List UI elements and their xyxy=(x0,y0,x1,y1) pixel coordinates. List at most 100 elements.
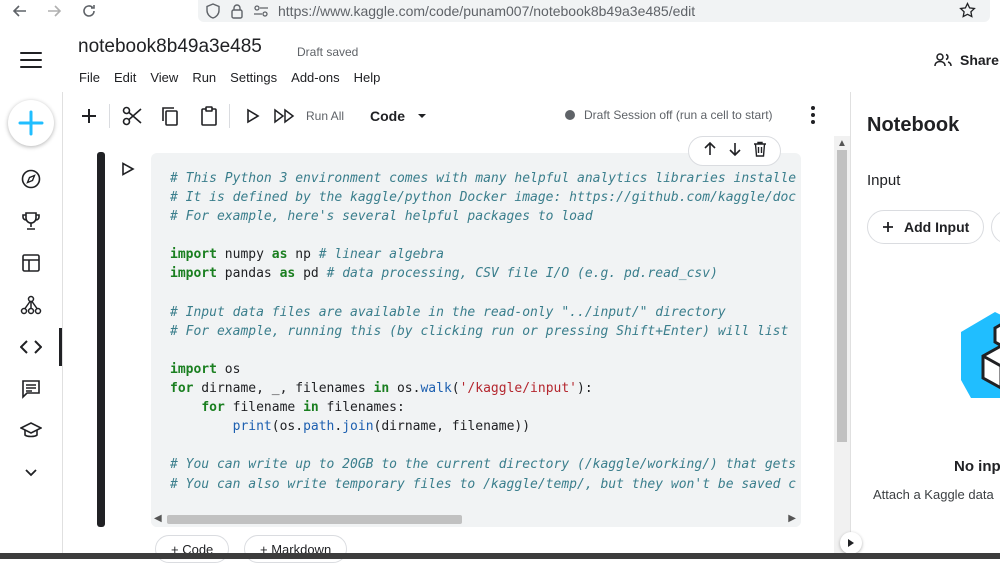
code-token: # This Python 3 environment comes with m… xyxy=(170,171,797,186)
address-bar[interactable]: https://www.kaggle.com/code/punam007/not… xyxy=(198,0,990,22)
notebook-title[interactable]: notebook8b49a3e485 xyxy=(78,36,262,58)
save-status: Draft saved xyxy=(297,45,359,59)
compass-icon[interactable] xyxy=(20,168,42,190)
add-input-button[interactable]: Add Input xyxy=(867,210,984,244)
models-icon[interactable] xyxy=(20,294,42,316)
code-token: numpy xyxy=(216,247,272,263)
code-line: # Input data files are available in the … xyxy=(170,303,796,322)
site-settings-icon[interactable] xyxy=(252,2,270,20)
menu-help[interactable]: Help xyxy=(354,70,381,85)
discussion-icon[interactable] xyxy=(20,378,42,400)
code-line: # It is defined by the kaggle/python Doc… xyxy=(170,188,796,207)
run-all-icon[interactable] xyxy=(273,104,297,128)
code-token: # For example, here's several helpful pa… xyxy=(170,209,593,225)
plus-icon xyxy=(883,222,893,232)
scroll-left-icon[interactable]: ◀ xyxy=(154,513,162,524)
code-token: # You can write up to 20GB to the curren… xyxy=(170,457,797,473)
run-all-button[interactable]: Run All xyxy=(306,109,344,123)
share-label: Share xyxy=(960,52,999,68)
paste-icon[interactable] xyxy=(197,104,221,128)
scroll-right-icon[interactable]: ▶ xyxy=(788,513,796,524)
menu-addons[interactable]: Add-ons xyxy=(291,70,339,85)
lock-icon[interactable] xyxy=(228,2,246,20)
share-button[interactable]: Share xyxy=(934,52,999,68)
upload-button[interactable] xyxy=(991,210,1000,244)
forward-icon[interactable] xyxy=(43,0,65,22)
create-button[interactable] xyxy=(8,100,54,146)
code-token: as xyxy=(279,266,296,282)
code-line: print(os.path.join(dirname, filename)) xyxy=(170,417,796,436)
notebook-editor: # This Python 3 environment comes with m… xyxy=(63,136,833,563)
code-token: in xyxy=(303,400,319,416)
menu-settings[interactable]: Settings xyxy=(230,70,277,85)
code-line: # This Python 3 environment comes with m… xyxy=(170,169,796,188)
panel-title: Notebook xyxy=(867,114,960,136)
learn-icon[interactable] xyxy=(20,420,42,442)
move-up-icon[interactable] xyxy=(703,141,717,162)
code-token: import xyxy=(170,361,217,377)
table-icon[interactable] xyxy=(20,252,42,274)
session-status[interactable]: Draft Session off (run a cell to start) xyxy=(565,108,773,122)
code-token: (dirname, filename)) xyxy=(373,419,531,435)
back-icon[interactable] xyxy=(9,0,31,22)
code-token: np xyxy=(287,247,319,263)
code-token: walk xyxy=(420,381,452,397)
code-token: # Input data files are available in the … xyxy=(170,304,726,320)
left-nav-rail xyxy=(0,92,63,559)
more-options-icon[interactable] xyxy=(809,106,817,126)
menu-icon[interactable] xyxy=(20,52,42,70)
people-icon xyxy=(934,53,952,67)
horizontal-scrollbar[interactable]: ◀ ▶ xyxy=(151,511,801,527)
cut-icon[interactable] xyxy=(120,104,144,128)
empty-state-title: No inp xyxy=(954,458,1000,475)
code-token: '/kaggle/input' xyxy=(459,381,578,397)
cell-run-icon[interactable] xyxy=(121,162,135,176)
code-line: for filename in filenames: xyxy=(170,398,796,417)
plus-icon xyxy=(18,110,44,136)
code-line: import pandas as pd # data processing, C… xyxy=(170,264,796,283)
menu-file[interactable]: File xyxy=(79,70,100,85)
code-token: path xyxy=(303,419,335,435)
run-cell-icon[interactable] xyxy=(241,104,265,128)
horizontal-scroll-thumb[interactable] xyxy=(167,515,462,524)
delete-icon[interactable] xyxy=(753,141,767,162)
toolbar-divider xyxy=(109,104,110,128)
scroll-up-icon[interactable]: ▲ xyxy=(837,138,847,149)
empty-input-illustration xyxy=(955,310,1000,420)
menu-edit[interactable]: Edit xyxy=(114,70,136,85)
session-status-text: Draft Session off (run a cell to start) xyxy=(584,108,773,122)
code-token: os. xyxy=(389,381,421,397)
add-cell-icon[interactable] xyxy=(77,104,101,128)
vertical-scrollbar[interactable]: ▲ xyxy=(834,136,850,559)
code-icon[interactable] xyxy=(20,336,42,358)
reload-icon[interactable] xyxy=(78,0,100,22)
menu-bar: File Edit View Run Settings Add-ons Help xyxy=(79,70,394,85)
vertical-scroll-thumb[interactable] xyxy=(837,150,847,442)
cell-type-select[interactable]: Code xyxy=(370,108,427,124)
copy-icon[interactable] xyxy=(158,104,182,128)
code-token: # It is defined by the kaggle/python Doc… xyxy=(170,190,797,206)
menu-run[interactable]: Run xyxy=(192,70,216,85)
code-token: (os. xyxy=(271,419,304,435)
code-cell[interactable]: # This Python 3 environment comes with m… xyxy=(151,153,801,527)
bookmark-star-icon[interactable] xyxy=(959,1,976,24)
code-token: print xyxy=(232,419,272,435)
code-token: # linear algebra xyxy=(318,247,444,263)
expand-panel-icon[interactable] xyxy=(840,532,862,554)
code-token: filename xyxy=(224,400,304,416)
move-down-icon[interactable] xyxy=(728,141,742,162)
code-token: for xyxy=(201,400,225,416)
chevron-down-icon[interactable] xyxy=(20,462,42,484)
menu-view[interactable]: View xyxy=(150,70,178,85)
trophy-icon[interactable] xyxy=(20,210,42,232)
code-token: import xyxy=(170,247,217,263)
code-editor[interactable]: # This Python 3 environment comes with m… xyxy=(170,169,796,494)
session-status-dot xyxy=(565,110,575,120)
shield-icon[interactable] xyxy=(204,2,222,20)
add-input-label: Add Input xyxy=(904,219,970,235)
code-line: # For example, running this (by clicking… xyxy=(170,322,796,341)
